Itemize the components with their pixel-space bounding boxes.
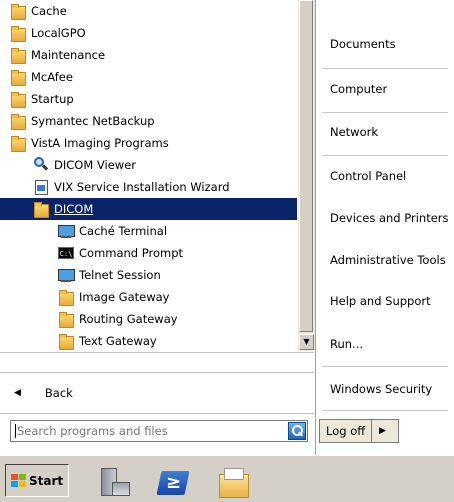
start-menu-right-pane: Documents Computer Network Control Panel…: [315, 0, 454, 455]
program-folder-dicom[interactable]: DICOM: [0, 198, 297, 220]
magnifier-icon: [33, 157, 49, 173]
scroll-down-arrow-icon[interactable]: ▼: [299, 334, 314, 350]
powershell-icon[interactable]: [156, 466, 190, 500]
terminal-icon: [58, 267, 75, 283]
folder-icon: [10, 3, 26, 20]
cmd-icon: [58, 245, 74, 261]
terminal-icon: [58, 223, 75, 239]
log-off-button[interactable]: Log off ▶: [319, 419, 399, 443]
folder-icon: [58, 311, 74, 328]
folder-icon: [10, 69, 26, 86]
program-dicom-viewer[interactable]: DICOM Viewer: [0, 154, 297, 176]
right-item-documents[interactable]: Documents: [316, 34, 454, 54]
program-vix-installation-wizard[interactable]: VIX Service Installation Wizard: [0, 176, 297, 198]
taskbar: Start: [0, 455, 454, 502]
right-item-devices-printers[interactable]: Devices and Printers: [316, 208, 454, 228]
right-item-network[interactable]: Network: [316, 122, 454, 142]
back-label: Back: [44, 386, 73, 400]
all-programs-list: Cache LocalGPO Maintenance McAfee Startu…: [0, 0, 297, 351]
search-icon[interactable]: [288, 422, 306, 440]
installer-icon: [33, 179, 49, 195]
log-off-options-arrow-icon[interactable]: ▶: [372, 426, 386, 436]
start-menu-left-pane: Cache LocalGPO Maintenance McAfee Startu…: [0, 0, 315, 455]
explorer-folder-icon[interactable]: [216, 466, 250, 500]
divider: [322, 68, 448, 69]
windows-flag-icon: [11, 473, 27, 488]
right-item-run[interactable]: Run...: [316, 334, 454, 354]
back-arrow-icon: ◀: [14, 388, 21, 398]
program-folder-text-gateway[interactable]: Text Gateway: [0, 330, 297, 351]
right-item-control-panel[interactable]: Control Panel: [316, 166, 454, 186]
server-manager-icon[interactable]: [96, 466, 130, 500]
program-folder-localgpo[interactable]: LocalGPO: [0, 22, 297, 44]
program-folder-routing-gateway[interactable]: Routing Gateway: [0, 308, 297, 330]
program-folder-startup[interactable]: Startup: [0, 88, 297, 110]
divider: [322, 366, 448, 367]
divider: [322, 112, 448, 113]
folder-icon: [10, 91, 26, 108]
folder-icon: [58, 333, 74, 350]
log-off-label: Log off: [320, 420, 373, 442]
right-item-windows-security[interactable]: Windows Security: [316, 379, 454, 399]
program-command-prompt[interactable]: Command Prompt: [0, 242, 297, 264]
scrollbar-thumb[interactable]: [299, 0, 313, 332]
folder-icon: [10, 47, 26, 64]
search-box: [10, 420, 308, 442]
divider: [0, 352, 314, 353]
folder-icon: [58, 289, 74, 306]
folder-icon: [33, 201, 49, 218]
program-cache-terminal[interactable]: Caché Terminal: [0, 220, 297, 242]
divider: [322, 155, 448, 156]
divider: [322, 410, 448, 411]
start-button[interactable]: Start: [5, 464, 69, 497]
back-button[interactable]: ◀ Back: [0, 373, 314, 413]
folder-icon: [10, 135, 26, 152]
program-folder-mcafee[interactable]: McAfee: [0, 66, 297, 88]
program-folder-image-gateway[interactable]: Image Gateway: [0, 286, 297, 308]
right-item-computer[interactable]: Computer: [316, 79, 454, 99]
program-folder-vista-imaging[interactable]: VistA Imaging Programs: [0, 132, 297, 154]
search-input[interactable]: [11, 421, 285, 441]
folder-icon: [10, 113, 26, 130]
program-folder-cache[interactable]: Cache: [0, 0, 297, 22]
folder-icon: [10, 25, 26, 42]
program-telnet-session[interactable]: Telnet Session: [0, 264, 297, 286]
program-folder-maintenance[interactable]: Maintenance: [0, 44, 297, 66]
right-item-help-support[interactable]: Help and Support: [316, 291, 454, 311]
programs-scrollbar[interactable]: ▼: [297, 0, 315, 351]
right-item-administrative-tools[interactable]: Administrative Tools: [316, 250, 454, 270]
divider: [0, 413, 314, 414]
program-folder-symantec-netbackup[interactable]: Symantec NetBackup: [0, 110, 297, 132]
start-label: Start: [29, 473, 64, 488]
